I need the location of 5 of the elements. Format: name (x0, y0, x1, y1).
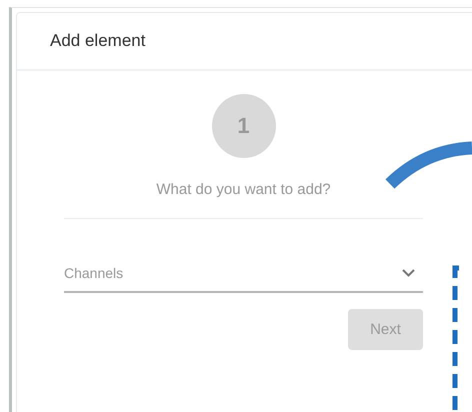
dialog-title: Add element (50, 31, 146, 51)
channel-dropdown[interactable]: Channels (64, 255, 423, 293)
step-question: What do you want to add? (156, 181, 331, 198)
step-number: 1 (212, 94, 276, 158)
chevron-down-icon (402, 269, 415, 277)
